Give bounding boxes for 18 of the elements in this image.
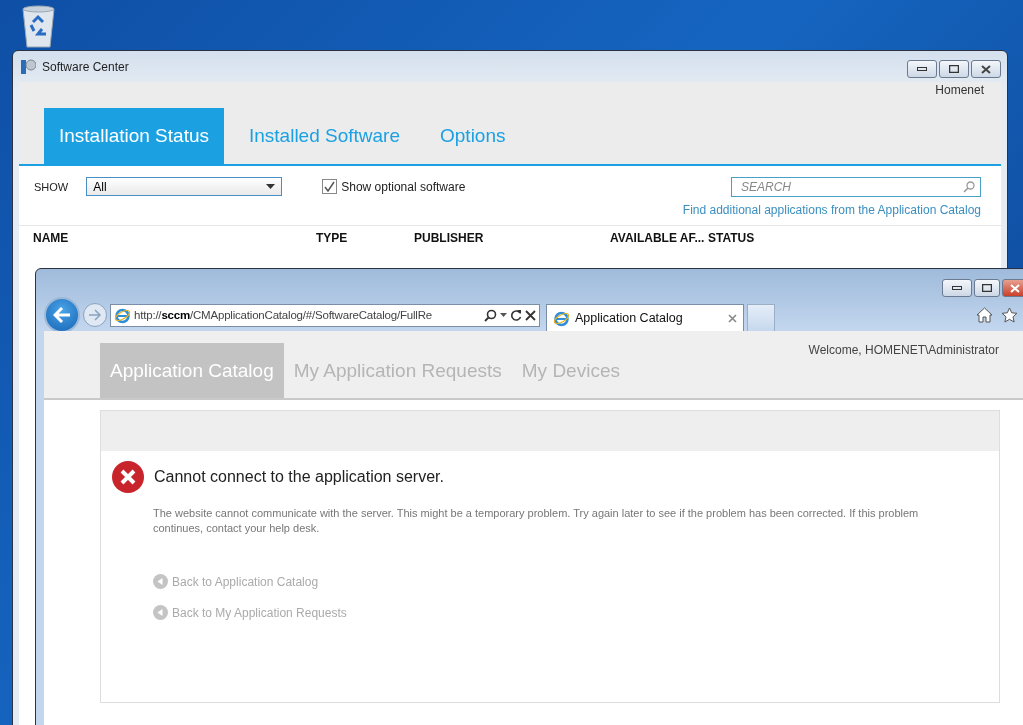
address-bar[interactable]: http://sccm/CMApplicationCatalog/#/SoftwareCatalog/FullRe	[110, 303, 540, 327]
error-title: Cannot connect to the application server.	[154, 468, 444, 486]
catalog-link[interactable]: Find additional applications from the Application Catalog	[682, 203, 981, 217]
url-text: http://sccm/CMApplicationCatalog/#/SoftwareCatalog/FullRe	[134, 309, 433, 321]
error-message: The website cannot communicate with the server. This might be a temporary problem. Try again later to see if the problem has been corrected. If this problem continues, contact your help desk.	[153, 506, 920, 536]
column-header[interactable]: AVAILABLE AF...	[610, 231, 708, 245]
column-header[interactable]: STATUS	[708, 231, 808, 245]
show-dropdown[interactable]: All	[86, 177, 283, 196]
user-name: Homenet	[935, 83, 984, 97]
browser-tab[interactable]: Application Catalog	[546, 304, 744, 331]
window-title: Software Center	[42, 59, 130, 74]
column-header[interactable]: TYPE	[316, 231, 414, 245]
search-input[interactable]: SEARCH	[731, 177, 981, 197]
column-header[interactable]: NAME	[33, 231, 316, 245]
optional-software-checkbox[interactable]: Show optional software	[322, 179, 466, 194]
welcome-text: Welcome, HOMENET\Administrator	[808, 343, 999, 357]
show-label: SHOW	[34, 180, 69, 193]
column-header[interactable]: PUBLISHER	[414, 231, 610, 245]
